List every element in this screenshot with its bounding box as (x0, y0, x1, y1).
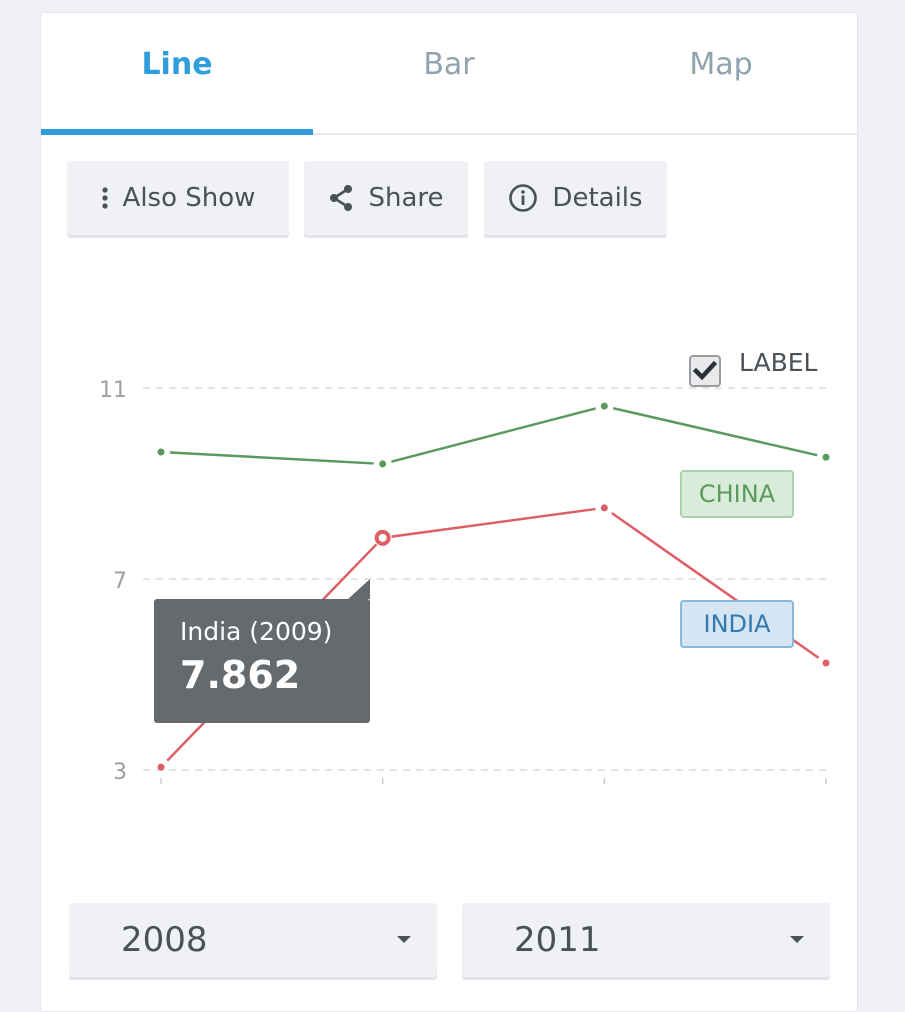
data-tooltip: India (2009) 7.862 (154, 579, 370, 723)
y-tick-label: 7 (113, 569, 127, 594)
end-year-select[interactable]: 2011 (462, 903, 830, 977)
y-tick-label: 3 (113, 760, 127, 785)
data-point-china (822, 453, 830, 461)
label-toggle[interactable]: LABEL (689, 347, 817, 387)
chevron-down-icon (397, 936, 411, 943)
label-checkbox[interactable] (689, 355, 721, 387)
series-line-segment-china (169, 451, 374, 465)
line-chart: 3 7 11 (99, 378, 830, 785)
series-line-segment-china (612, 406, 818, 457)
data-point-china (157, 448, 165, 456)
y-tick-label: 11 (99, 378, 127, 403)
end-year-value: 2011 (514, 920, 601, 960)
tooltip-title: India (2009) (180, 617, 333, 646)
highlighted-data-point (374, 529, 391, 546)
legend-label-india[interactable]: INDIA (680, 600, 794, 648)
data-point-india (822, 659, 830, 667)
series-line-segment-china (391, 407, 596, 463)
data-point-china (600, 402, 608, 410)
tooltip-value: 7.862 (180, 653, 301, 697)
series-line-segment-india (391, 507, 596, 538)
label-toggle-text: LABEL (739, 348, 818, 377)
data-point-india (600, 504, 608, 512)
chevron-down-icon (790, 936, 804, 943)
legend-label-china[interactable]: CHINA (680, 470, 794, 518)
data-point-india (157, 763, 165, 771)
start-year-select[interactable]: 2008 (69, 903, 437, 977)
start-year-value: 2008 (121, 920, 208, 960)
data-point-china (379, 460, 387, 468)
chart-card: Line Bar Map Also Show Share Details 371… (40, 12, 858, 1012)
checkmark-icon (693, 360, 717, 381)
